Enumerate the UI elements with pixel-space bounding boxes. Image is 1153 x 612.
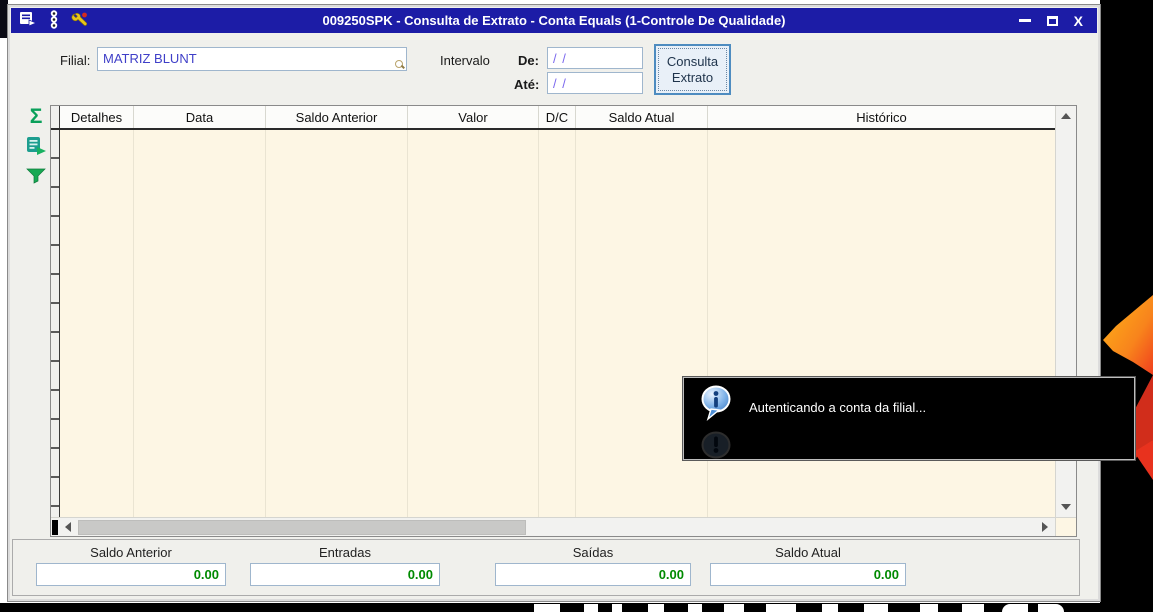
totals-groupbox: Saldo Anterior 0.00 Entradas 0.00 Saídas… xyxy=(12,539,1080,596)
info-icon xyxy=(700,385,734,424)
search-lookup-icon[interactable] xyxy=(395,60,404,69)
scroll-right-button[interactable] xyxy=(1035,518,1055,536)
row-header-corner xyxy=(51,106,60,128)
filial-input[interactable]: MATRIZ BLUNT xyxy=(97,47,407,71)
scroll-left-button[interactable] xyxy=(58,518,78,536)
screen: 009250SPK - Consulta de Extrato - Conta … xyxy=(0,0,1153,612)
saidas-label: Saídas xyxy=(572,545,614,560)
info-icon-reflection xyxy=(700,420,734,459)
grid-col-data xyxy=(134,130,266,517)
horizontal-scrollbar[interactable] xyxy=(51,517,1076,536)
entradas-total: 0.00 xyxy=(250,563,440,586)
window-title: 009250SPK - Consulta de Extrato - Conta … xyxy=(322,13,786,28)
grid-header-row: Detalhes Data Saldo Anterior Valor D/C S… xyxy=(51,106,1055,130)
date-from-value: / / xyxy=(553,51,567,66)
saidas-total: 0.00 xyxy=(495,563,691,586)
sum-totals-icon[interactable]: Σ xyxy=(23,103,49,129)
grid-col-saldo-anterior xyxy=(266,130,408,517)
saldo-anterior-label: Saldo Anterior xyxy=(90,545,172,560)
form-icon[interactable] xyxy=(19,11,38,30)
titlebar[interactable]: 009250SPK - Consulta de Extrato - Conta … xyxy=(11,8,1097,33)
filial-value: MATRIZ BLUNT xyxy=(103,51,197,66)
col-header-historico[interactable]: Histórico xyxy=(708,106,1055,128)
col-header-data[interactable]: Data xyxy=(134,106,266,128)
wallpaper-logo-fragments xyxy=(0,604,1153,612)
row-header-strip xyxy=(51,130,60,517)
date-from-input[interactable]: / / xyxy=(547,47,643,69)
filter-icon[interactable] xyxy=(23,163,49,189)
scrollbar-corner xyxy=(1055,518,1076,536)
chevron-right-icon xyxy=(1042,522,1048,532)
hscroll-thumb[interactable] xyxy=(78,519,526,535)
button-focus-rect xyxy=(658,48,727,91)
saldo-atual-label: Saldo Atual xyxy=(775,545,841,560)
grid-col-detalhes xyxy=(60,130,134,517)
traffic-light-icon[interactable] xyxy=(47,9,61,32)
entradas-label: Entradas xyxy=(318,545,372,560)
filial-label: Filial: xyxy=(60,53,91,68)
chevron-down-icon xyxy=(1061,504,1071,510)
maximize-button[interactable] xyxy=(1046,15,1058,26)
extrato-grid[interactable]: Detalhes Data Saldo Anterior Valor D/C S… xyxy=(50,105,1077,537)
hscroll-track[interactable] xyxy=(51,518,1055,536)
ate-label: Até: xyxy=(514,77,540,92)
saldo-anterior-total: 0.00 xyxy=(36,563,226,586)
status-popup: Autenticando a conta da filial... xyxy=(683,377,1135,460)
saldo-atual-total: 0.00 xyxy=(710,563,906,586)
minimize-button[interactable] xyxy=(1018,19,1031,22)
col-header-saldo-anterior[interactable]: Saldo Anterior xyxy=(266,106,408,128)
date-to-value: / / xyxy=(553,76,567,91)
chevron-left-icon xyxy=(65,522,71,532)
popup-message: Autenticando a conta da filial... xyxy=(749,400,927,415)
export-report-icon[interactable] xyxy=(23,133,49,159)
col-header-saldo-atual[interactable]: Saldo Atual xyxy=(576,106,708,128)
grid-col-valor xyxy=(408,130,539,517)
desktop-background-top-left xyxy=(0,0,8,38)
scroll-down-button[interactable] xyxy=(1056,497,1076,517)
close-button[interactable]: x xyxy=(1074,14,1083,28)
grid-col-dc xyxy=(539,130,576,517)
col-header-valor[interactable]: Valor xyxy=(408,106,539,128)
date-to-input[interactable]: / / xyxy=(547,72,643,94)
scroll-up-button[interactable] xyxy=(1056,106,1076,126)
de-label: De: xyxy=(518,53,539,68)
wrench-icon[interactable] xyxy=(71,11,89,31)
consulta-extrato-button[interactable]: Consulta Extrato xyxy=(654,44,731,95)
app-window: 009250SPK - Consulta de Extrato - Conta … xyxy=(7,4,1101,602)
col-header-detalhes[interactable]: Detalhes xyxy=(60,106,134,128)
col-header-dc[interactable]: D/C xyxy=(539,106,576,128)
intervalo-label: Intervalo xyxy=(440,53,490,68)
chevron-up-icon xyxy=(1061,113,1071,119)
sigma-glyph: Σ xyxy=(29,104,43,128)
